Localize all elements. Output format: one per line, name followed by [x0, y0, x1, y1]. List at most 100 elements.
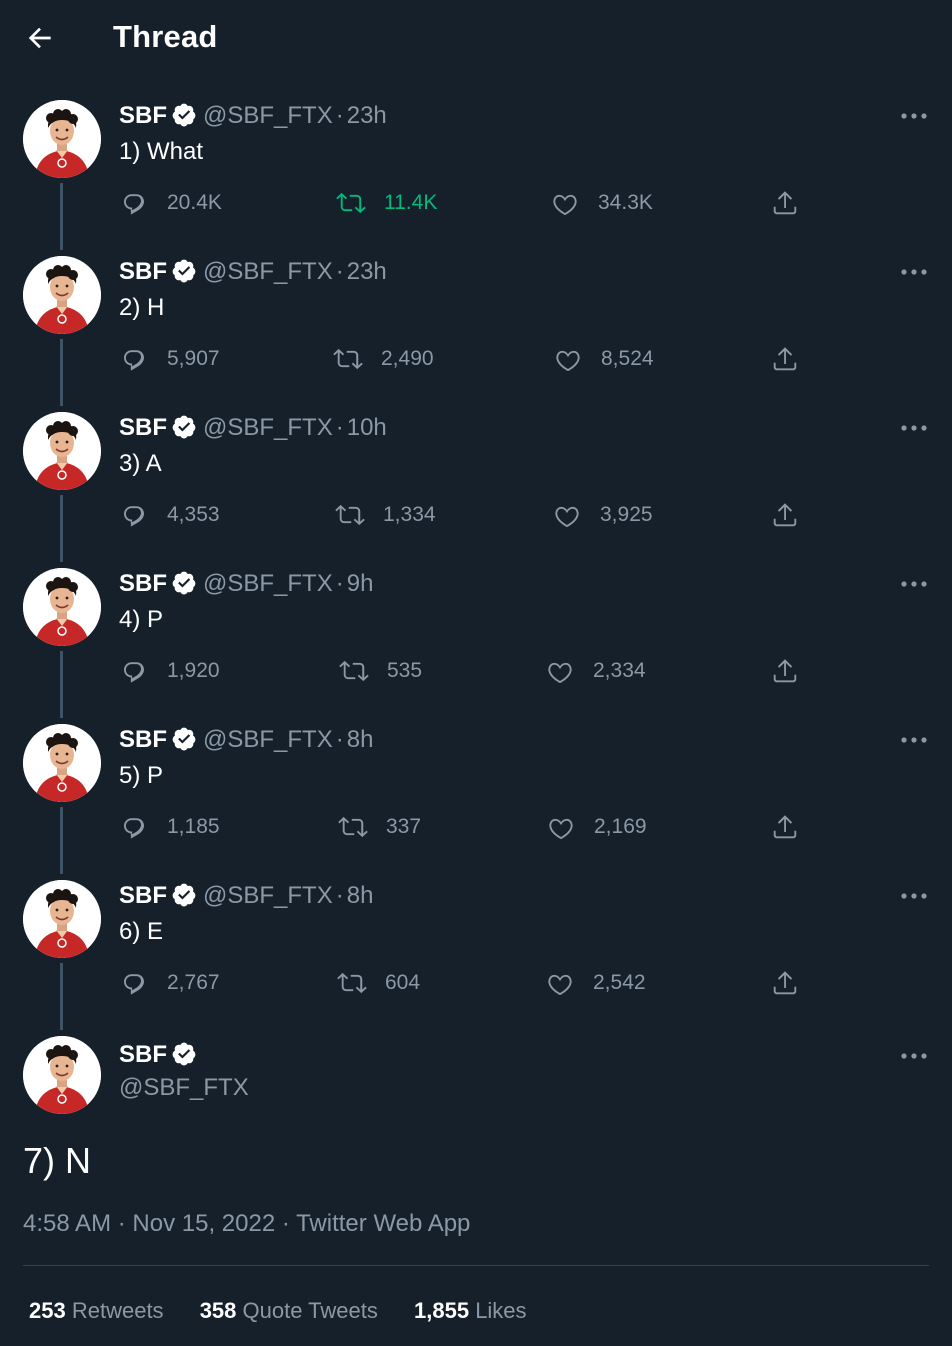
author-handle[interactable]: @SBF_FTX	[203, 882, 333, 909]
tweet[interactable]: SBF @SBF_FTX · 23h 2) H 5,907 2,490 8,524	[0, 256, 952, 412]
tweet-time[interactable]: 9h	[347, 570, 374, 597]
like-button[interactable]: 2,542	[545, 968, 646, 998]
author-name[interactable]: SBF	[119, 1041, 167, 1068]
more-options-icon[interactable]	[900, 264, 928, 280]
retweet-count: 535	[387, 659, 423, 682]
tweet[interactable]: SBF @SBF_FTX · 8h 5) P 1,185 337 2,169	[0, 724, 952, 880]
like-button[interactable]: 2,334	[545, 656, 646, 686]
tweet-source[interactable]: Twitter Web App	[296, 1210, 470, 1237]
tweet-text: 7) N	[23, 1140, 92, 1181]
author-handle[interactable]: @SBF_FTX	[203, 414, 333, 441]
author-handle[interactable]: @SBF_FTX	[203, 258, 333, 285]
tweet-time[interactable]: 23h	[347, 258, 387, 285]
heart-icon	[548, 662, 572, 684]
tweet-time[interactable]: 4:58 AM	[23, 1210, 111, 1237]
tweet-header: SBF @SBF_FTX · 10h	[119, 414, 387, 442]
likes-stat[interactable]: 1,855 Likes	[414, 1298, 527, 1323]
author-handle[interactable]: @SBF_FTX	[203, 726, 333, 753]
tweet-time[interactable]: 8h	[347, 882, 374, 909]
reply-icon	[124, 506, 144, 527]
share-button[interactable]	[770, 500, 800, 530]
tweet-time[interactable]: 8h	[347, 726, 374, 753]
avatar[interactable]	[23, 256, 101, 334]
share-button[interactable]	[770, 812, 800, 842]
heart-icon	[555, 506, 579, 528]
author-name[interactable]: SBF	[119, 882, 167, 909]
retweet-count: 604	[385, 971, 421, 994]
heart-icon	[553, 194, 577, 216]
author-name[interactable]: SBF	[119, 570, 167, 597]
tweet-time[interactable]: 10h	[347, 414, 387, 441]
reply-button[interactable]: 1,920	[119, 656, 220, 686]
reply-button[interactable]: 20.4K	[119, 188, 222, 218]
retweet-button[interactable]: 2,490	[333, 344, 434, 374]
retweet-icon	[338, 816, 368, 838]
more-options-icon[interactable]	[900, 888, 928, 904]
reply-icon	[124, 818, 144, 839]
author-name[interactable]: SBF	[119, 258, 167, 285]
share-button[interactable]	[770, 344, 800, 374]
retweet-icon	[335, 504, 365, 526]
retweets-count: 253	[29, 1298, 66, 1323]
author-name[interactable]: SBF	[119, 726, 167, 753]
tweet-header: SBF @SBF_FTX · 8h	[119, 882, 373, 910]
more-options-icon[interactable]	[900, 732, 928, 748]
avatar[interactable]	[23, 100, 101, 178]
more-options-icon[interactable]	[900, 1048, 928, 1064]
reply-button[interactable]: 2,767	[119, 968, 220, 998]
author-name[interactable]: SBF	[119, 414, 167, 441]
retweet-button[interactable]: 337	[338, 812, 421, 842]
tweet[interactable]: SBF @SBF_FTX · 10h 3) A 4,353 1,334 3,925	[0, 412, 952, 568]
tweet[interactable]: SBF @SBF_FTX · 8h 6) E 2,767 604 2,542	[0, 880, 952, 1036]
reply-count: 1,920	[167, 659, 220, 682]
author-handle[interactable]: @SBF_FTX	[119, 1074, 249, 1102]
share-button[interactable]	[770, 656, 800, 686]
meta-separator: ·	[335, 258, 344, 285]
retweet-count: 337	[386, 815, 422, 838]
like-button[interactable]: 2,169	[546, 812, 647, 842]
reply-button[interactable]: 5,907	[119, 344, 220, 374]
avatar[interactable]	[23, 568, 101, 646]
share-button[interactable]	[770, 188, 800, 218]
like-button[interactable]: 3,925	[552, 500, 653, 530]
like-count: 2,169	[594, 815, 647, 838]
tweet[interactable]: SBF @SBF_FTX · 9h 4) P 1,920 535 2,334	[0, 568, 952, 724]
retweet-button[interactable]: 1,334	[335, 500, 436, 530]
quote-tweets-stat[interactable]: 358 Quote Tweets	[200, 1298, 378, 1323]
like-button[interactable]: 34.3K	[550, 188, 653, 218]
retweet-button[interactable]: 11.4K	[336, 188, 437, 218]
reply-button[interactable]: 1,185	[119, 812, 220, 842]
tweet-header: SBF @SBF_FTX · 23h	[119, 102, 387, 130]
verified-badge-icon	[172, 1042, 196, 1066]
tweet-date[interactable]: Nov 15, 2022	[132, 1210, 275, 1237]
retweets-stat[interactable]: 253 Retweets	[29, 1298, 164, 1323]
avatar[interactable]	[23, 724, 101, 802]
like-count: 2,334	[593, 659, 646, 682]
author-handle[interactable]: @SBF_FTX	[203, 570, 333, 597]
meta-separator: ·	[117, 1210, 126, 1237]
tweet[interactable]: SBF @SBF_FTX · 23h 1) What 20.4K 11.4K 34.3K	[0, 100, 952, 256]
more-options-icon[interactable]	[900, 108, 928, 124]
retweet-button[interactable]: 604	[337, 968, 420, 998]
reply-count: 5,907	[167, 347, 220, 370]
reply-button[interactable]: 4,353	[119, 500, 220, 530]
retweet-icon	[333, 348, 363, 370]
thread-connector-line	[60, 183, 63, 250]
avatar[interactable]	[23, 880, 101, 958]
author-handle[interactable]: @SBF_FTX	[203, 102, 333, 129]
retweet-count: 11.4K	[384, 191, 438, 214]
more-options-icon[interactable]	[900, 420, 928, 436]
like-button[interactable]: 8,524	[553, 344, 654, 374]
author-name[interactable]: SBF	[119, 102, 167, 129]
arrow-left-icon[interactable]	[24, 22, 56, 54]
more-options-icon[interactable]	[900, 576, 928, 592]
avatar[interactable]	[23, 412, 101, 490]
verified-badge-icon	[172, 103, 196, 127]
share-button[interactable]	[770, 968, 800, 998]
tweet-time[interactable]: 23h	[347, 102, 387, 129]
avatar[interactable]	[23, 1036, 101, 1114]
reply-icon	[124, 662, 144, 683]
reply-count: 20.4K	[167, 191, 222, 214]
retweet-button[interactable]: 535	[339, 656, 422, 686]
author-name-row: SBF	[119, 1041, 203, 1069]
